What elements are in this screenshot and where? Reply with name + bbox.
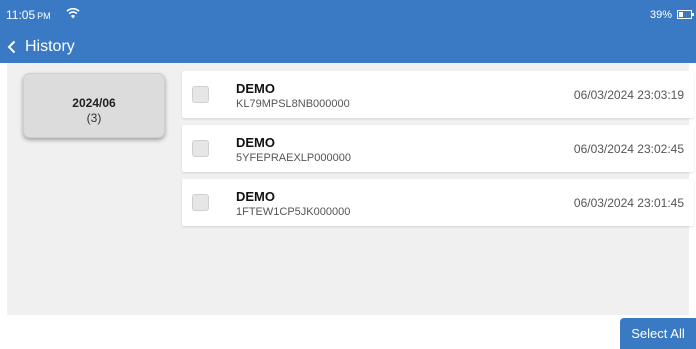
history-content: 2024/06 (3) DEMO KL79MPSL8NB000000 06/03… <box>7 63 694 315</box>
record-title: DEMO <box>236 81 275 96</box>
battery-percentage: 39% <box>649 9 672 21</box>
app-toolbar: History <box>0 31 696 63</box>
select-all-button[interactable]: Select All <box>620 318 696 349</box>
record-date: 06/03/2024 23:03:19 <box>573 88 684 102</box>
record-vin: KL79MPSL8NB000000 <box>236 98 350 110</box>
record-date: 06/03/2024 23:02:45 <box>573 142 684 156</box>
record-checkbox[interactable] <box>192 86 209 103</box>
battery-icon <box>677 10 694 19</box>
record-vin: 5YFEPRAEXLP000000 <box>236 152 351 164</box>
battery-fill <box>679 12 683 17</box>
record-row[interactable]: DEMO 1FTEW1CP5JK000000 06/03/2024 23:01:… <box>182 179 694 226</box>
record-title: DEMO <box>236 189 275 204</box>
back-button[interactable]: History <box>6 35 75 59</box>
record-row[interactable]: DEMO KL79MPSL8NB000000 06/03/2024 23:03:… <box>182 71 694 118</box>
wifi-icon <box>66 7 80 19</box>
page-title: History <box>25 38 75 55</box>
status-time-value: 11:05 <box>6 8 36 22</box>
status-time-ampm: PM <box>37 11 51 21</box>
record-row[interactable]: DEMO 5YFEPRAEXLP000000 06/03/2024 23:02:… <box>182 125 694 172</box>
record-date: 06/03/2024 23:01:45 <box>573 196 684 210</box>
month-record-count: (3) <box>86 111 102 125</box>
status-bar: 11:05 PM 39% <box>0 0 696 31</box>
status-time: 11:05 PM <box>6 8 51 23</box>
record-list: DEMO KL79MPSL8NB000000 06/03/2024 23:03:… <box>182 71 694 233</box>
record-vin: 1FTEW1CP5JK000000 <box>236 206 351 218</box>
month-group-card[interactable]: 2024/06 (3) <box>23 73 165 138</box>
record-checkbox[interactable] <box>192 194 209 211</box>
record-title: DEMO <box>236 135 275 150</box>
chevron-left-icon <box>7 40 16 54</box>
month-label: 2024/06 <box>72 96 116 110</box>
record-checkbox[interactable] <box>192 140 209 157</box>
